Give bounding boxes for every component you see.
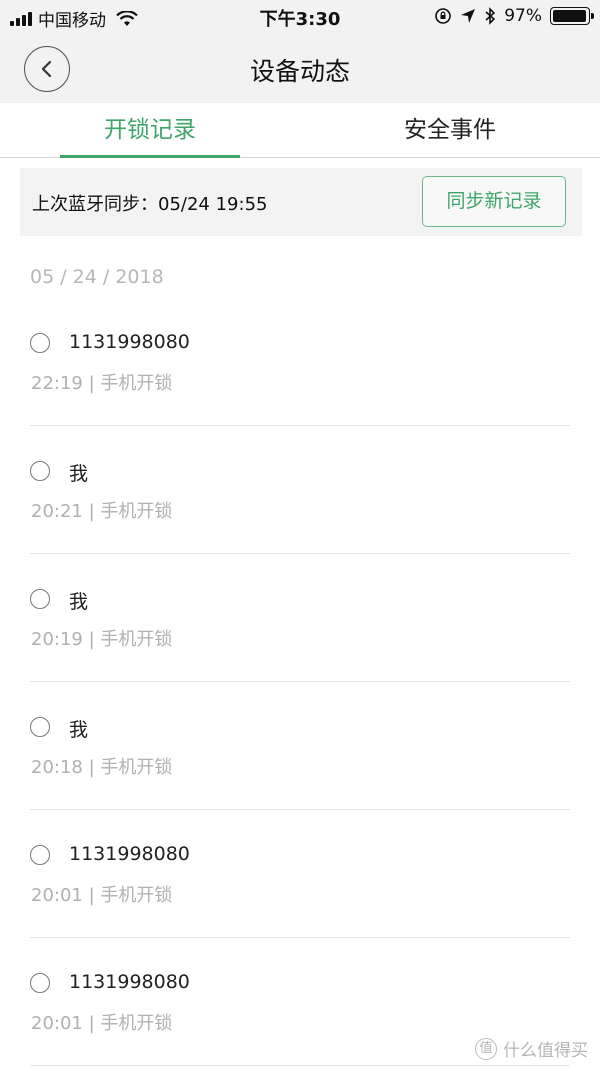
sync-bar: 上次蓝牙同步：05/24 19:55 同步新记录	[20, 168, 582, 236]
list-item[interactable]: 1131998080 20:01 | 手机开锁	[0, 812, 600, 940]
rotation-lock-icon	[435, 8, 452, 24]
divider	[30, 937, 570, 938]
tab-security-events[interactable]: 安全事件	[300, 103, 600, 158]
radio-icon	[30, 333, 50, 353]
status-right: 97%	[434, 6, 594, 26]
active-tab-indicator	[60, 155, 240, 158]
record-list: 1131998080 22:19 | 手机开锁 我 20:21 | 手机开锁 我…	[0, 300, 600, 1067]
list-item[interactable]: 我 20:18 | 手机开锁	[0, 684, 600, 812]
date-header: 05 / 24 / 2018	[30, 266, 164, 288]
divider	[30, 553, 570, 554]
battery-icon	[550, 7, 594, 25]
record-user: 我	[69, 591, 89, 613]
nav-bar: 设备动态	[0, 34, 600, 103]
record-meta: 20:18 | 手机开锁	[31, 757, 173, 778]
tab-unlock-records[interactable]: 开锁记录	[0, 103, 300, 158]
record-user: 1131998080	[69, 843, 190, 865]
radio-icon	[30, 461, 50, 481]
radio-icon	[30, 717, 50, 737]
bluetooth-icon	[485, 7, 496, 25]
record-meta: 22:19 | 手机开锁	[31, 373, 173, 394]
sync-new-records-button[interactable]: 同步新记录	[422, 176, 566, 227]
record-user: 1131998080	[69, 331, 190, 353]
page-title: 设备动态	[249, 57, 350, 86]
battery-percent: 97%	[504, 6, 542, 26]
record-user: 我	[69, 463, 89, 485]
record-meta: 20:19 | 手机开锁	[31, 629, 173, 650]
last-sync-text: 上次蓝牙同步：05/24 19:55	[32, 194, 268, 215]
divider	[30, 681, 570, 682]
record-user: 1131998080	[69, 971, 190, 993]
status-bar: 中国移动 下午3:30 97%	[0, 0, 600, 34]
radio-icon	[30, 589, 50, 609]
record-meta: 20:21 | 手机开锁	[31, 501, 173, 522]
divider	[30, 1065, 570, 1066]
record-meta: 20:01 | 手机开锁	[31, 1013, 173, 1034]
watermark: 值 什么值得买	[475, 1036, 588, 1061]
watermark-logo-icon: 值	[475, 1037, 497, 1060]
divider	[30, 809, 570, 810]
record-meta: 20:01 | 手机开锁	[31, 885, 173, 906]
list-item[interactable]: 我 20:19 | 手机开锁	[0, 556, 600, 684]
list-item[interactable]: 1131998080 22:19 | 手机开锁	[0, 300, 600, 428]
divider	[30, 425, 570, 426]
radio-icon	[30, 973, 50, 993]
tab-bar: 开锁记录 安全事件	[0, 103, 600, 158]
watermark-text: 什么值得买	[503, 1041, 588, 1061]
battery-fill	[553, 10, 586, 22]
list-item[interactable]: 我 20:21 | 手机开锁	[0, 428, 600, 556]
radio-icon	[30, 845, 50, 865]
record-user: 我	[69, 719, 89, 741]
location-icon	[461, 9, 476, 23]
